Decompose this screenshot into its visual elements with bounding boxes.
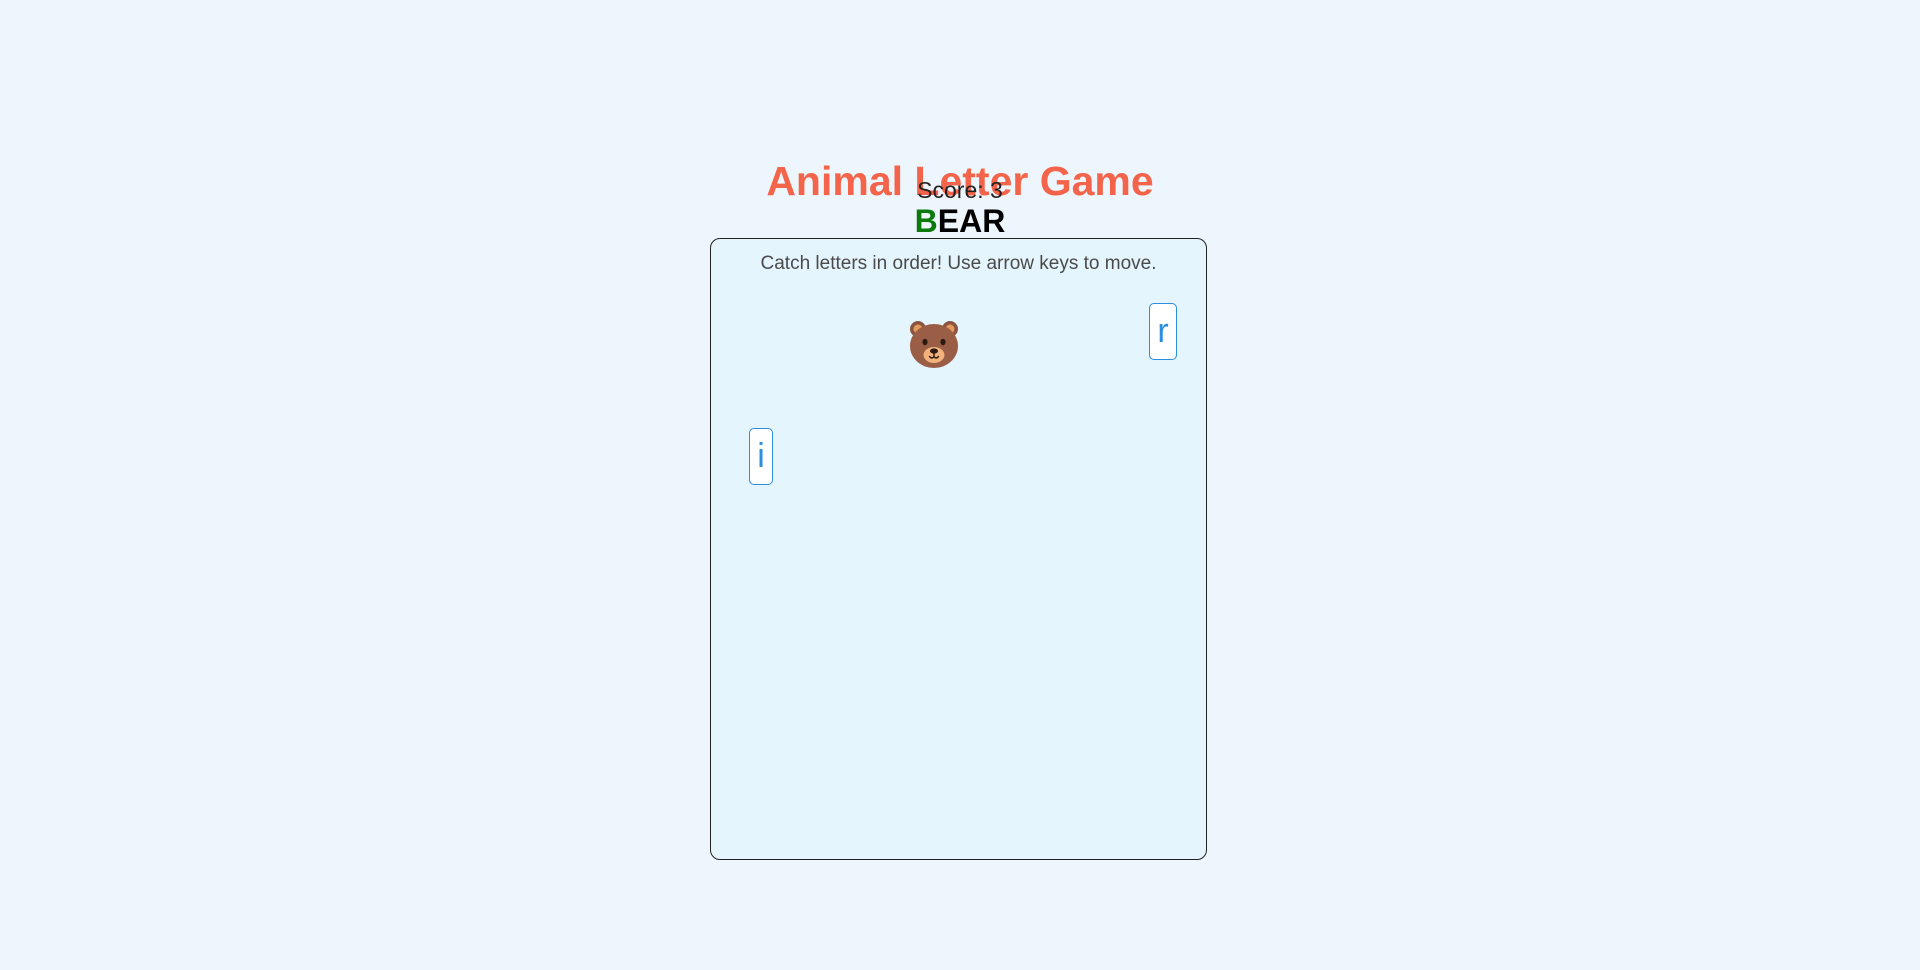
bear-face-icon — [906, 315, 962, 371]
caught-letters: B — [914, 203, 938, 239]
falling-letter-tile: r — [1149, 303, 1177, 360]
game-board[interactable]: Catch letters in order! Use arrow keys t… — [710, 238, 1207, 860]
target-word: BEAR — [0, 203, 1920, 239]
score-display: Score: 3 — [917, 177, 1003, 203]
instructions-text: Catch letters in order! Use arrow keys t… — [760, 253, 1157, 274]
remaining-letters: EAR — [937, 203, 1006, 239]
falling-letter-tile: i — [749, 428, 773, 485]
